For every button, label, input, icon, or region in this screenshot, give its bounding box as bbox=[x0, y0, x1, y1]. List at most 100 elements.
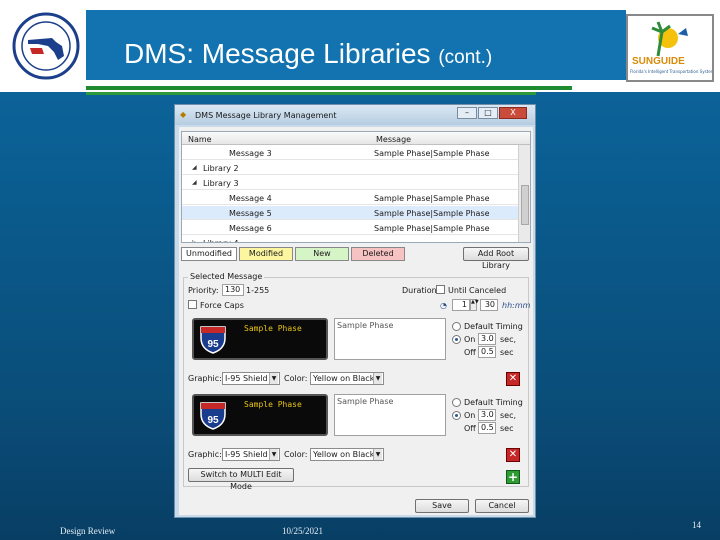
phase1-off-input[interactable]: 0.5 bbox=[478, 346, 496, 358]
phase2-custom-timing-radio[interactable] bbox=[452, 411, 461, 420]
selected-message-label: Selected Message bbox=[188, 272, 265, 281]
tree-row-message: Sample Phase|Sample Phase bbox=[374, 224, 490, 233]
switch-multi-edit-button[interactable]: Switch to MULTI Edit Mode bbox=[188, 468, 294, 491]
duration-unit: hh:mm bbox=[502, 301, 531, 310]
fdot-seal-logo bbox=[8, 10, 84, 82]
column-name-header[interactable]: Name bbox=[188, 135, 212, 144]
phase2-color-select[interactable]: Yellow on Black ▼ bbox=[310, 448, 384, 461]
phase2-off-input[interactable]: 0.5 bbox=[478, 422, 496, 434]
window-titlebar[interactable]: ◆ DMS Message Library Management – □ X bbox=[175, 105, 535, 125]
tree-row[interactable]: Message 4 Sample Phase|Sample Phase bbox=[182, 191, 518, 205]
phase2-off-label: Off bbox=[464, 424, 476, 433]
phase2-on-label: On bbox=[464, 411, 476, 420]
tree-row-message: Sample Phase|Sample Phase bbox=[374, 194, 490, 203]
tree-row-name: Message 3 bbox=[229, 149, 272, 158]
tree-row-name: Library 2 bbox=[203, 164, 239, 173]
grid-scrollbar[interactable] bbox=[518, 145, 530, 242]
tree-row[interactable]: Message 3 Sample Phase|Sample Phase bbox=[182, 146, 518, 160]
window-client: Name Message Message 3 Sample Phase|Sampl… bbox=[179, 127, 533, 515]
priority-input[interactable]: 130 bbox=[222, 284, 244, 296]
tree-row[interactable]: ◢ Library 2 bbox=[182, 161, 518, 175]
add-phase-icon[interactable]: + bbox=[506, 470, 520, 484]
phase2-graphic-select[interactable]: I-95 Shield ▼ bbox=[222, 448, 280, 461]
maximize-button[interactable]: □ bbox=[478, 107, 498, 119]
phase2-graphic-label: Graphic: bbox=[188, 450, 222, 459]
tree-row[interactable]: Message 5 Sample Phase|Sample Phase bbox=[182, 206, 518, 220]
tree-row-name: Message 5 bbox=[229, 209, 272, 218]
tree-row-name: Message 6 bbox=[229, 224, 272, 233]
legend-unmodified: Unmodified bbox=[181, 247, 237, 261]
app-icon: ◆ bbox=[180, 110, 187, 119]
legend-modified: Modified bbox=[239, 247, 293, 261]
expand-toggle-icon[interactable]: ◢ bbox=[192, 179, 197, 186]
phase1-on-unit: sec, bbox=[500, 335, 517, 344]
phase1-on-label: On bbox=[464, 335, 476, 344]
phase1-sign-preview: 95 Sample Phase bbox=[192, 318, 328, 360]
duration-clock-icon: ◔ bbox=[440, 301, 447, 310]
svg-text:95: 95 bbox=[207, 339, 219, 350]
phase2-default-timing-label: Default Timing bbox=[464, 398, 523, 407]
phase2-on-unit: sec, bbox=[500, 411, 517, 420]
phase1-color-label: Color: bbox=[284, 374, 308, 383]
scrollbar-thumb[interactable] bbox=[521, 185, 529, 225]
until-canceled-label: Until Canceled bbox=[448, 286, 507, 295]
slide-title: DMS: Message Libraries (cont.) bbox=[124, 38, 493, 69]
until-canceled-checkbox[interactable] bbox=[436, 285, 445, 294]
close-button[interactable]: X bbox=[499, 107, 527, 119]
add-root-library-button[interactable]: Add Root Library bbox=[463, 247, 529, 270]
tree-row[interactable]: ▷ Library 4 bbox=[182, 236, 518, 242]
selected-message-group: Selected Message Priority: 130 1-255 Dur… bbox=[183, 272, 531, 491]
phase2-text-input[interactable]: Sample Phase bbox=[334, 394, 446, 436]
window-title: DMS Message Library Management bbox=[195, 111, 337, 120]
phase1-color-select[interactable]: Yellow on Black ▼ bbox=[310, 372, 384, 385]
phase1-default-timing-label: Default Timing bbox=[464, 322, 523, 331]
page-number: 14 bbox=[692, 520, 701, 530]
legend-new: New bbox=[295, 247, 349, 261]
sunguide-wordmark: SUNGUIDE bbox=[632, 56, 685, 67]
force-caps-checkbox[interactable] bbox=[188, 300, 197, 309]
interstate-shield-icon: 95 bbox=[200, 326, 226, 354]
svg-text:95: 95 bbox=[207, 415, 219, 426]
phase1-on-input[interactable]: 3.0 bbox=[478, 333, 496, 345]
footer-label: Design Review bbox=[60, 526, 116, 536]
duration-label: Duration: bbox=[402, 286, 440, 295]
tree-row-name: Library 3 bbox=[203, 179, 239, 188]
phase2-default-timing-radio[interactable] bbox=[452, 398, 461, 407]
duration-hours-spinner[interactable]: ▲▼ bbox=[470, 299, 479, 311]
phase1-off-label: Off bbox=[464, 348, 476, 357]
minimize-button[interactable]: – bbox=[457, 107, 477, 119]
priority-label: Priority: bbox=[188, 286, 219, 295]
sunguide-tagline: Florida's Intelligent Transportation Sys… bbox=[630, 69, 712, 74]
tree-row[interactable]: Message 6 Sample Phase|Sample Phase bbox=[182, 221, 518, 235]
phase1-text-input[interactable]: Sample Phase bbox=[334, 318, 446, 360]
cancel-button[interactable]: Cancel bbox=[475, 499, 529, 513]
header-divider bbox=[86, 86, 572, 90]
phase1-default-timing-radio[interactable] bbox=[452, 322, 461, 331]
library-tree-grid[interactable]: Name Message Message 3 Sample Phase|Sampl… bbox=[181, 131, 531, 243]
grid-header: Name Message bbox=[182, 132, 530, 145]
phase1-sign-text: Sample Phase bbox=[244, 324, 302, 333]
phase2-on-input[interactable]: 3.0 bbox=[478, 409, 496, 421]
duration-hours-input[interactable]: 1 bbox=[452, 299, 470, 311]
slide: DMS: Message Libraries (cont.) SUNGUIDE … bbox=[0, 0, 720, 540]
footer-date: 10/25/2021 bbox=[282, 526, 324, 536]
phase1-graphic-select[interactable]: I-95 Shield ▼ bbox=[222, 372, 280, 385]
expand-toggle-icon[interactable]: ◢ bbox=[192, 164, 197, 171]
phase1-custom-timing-radio[interactable] bbox=[452, 335, 461, 344]
priority-range: 1-255 bbox=[246, 286, 270, 295]
tree-row-message: Sample Phase|Sample Phase bbox=[374, 149, 490, 158]
library-management-window: ◆ DMS Message Library Management – □ X N… bbox=[174, 104, 536, 518]
tree-row-message: Sample Phase|Sample Phase bbox=[374, 209, 490, 218]
phase2-sign-preview: 95 Sample Phase bbox=[192, 394, 328, 436]
save-button[interactable]: Save bbox=[415, 499, 469, 513]
phase1-graphic-label: Graphic: bbox=[188, 374, 222, 383]
expand-toggle-icon[interactable]: ▷ bbox=[192, 239, 197, 242]
column-message-header[interactable]: Message bbox=[376, 135, 411, 144]
header-divider-2 bbox=[86, 92, 536, 95]
phase2-delete-icon[interactable]: ✕ bbox=[506, 448, 520, 462]
interstate-shield-icon: 95 bbox=[200, 402, 226, 430]
duration-minutes-input[interactable]: 30 bbox=[480, 299, 498, 311]
tree-row-name: Library 4 bbox=[203, 239, 239, 242]
phase1-delete-icon[interactable]: ✕ bbox=[506, 372, 520, 386]
tree-row[interactable]: ◢ Library 3 bbox=[182, 176, 518, 190]
